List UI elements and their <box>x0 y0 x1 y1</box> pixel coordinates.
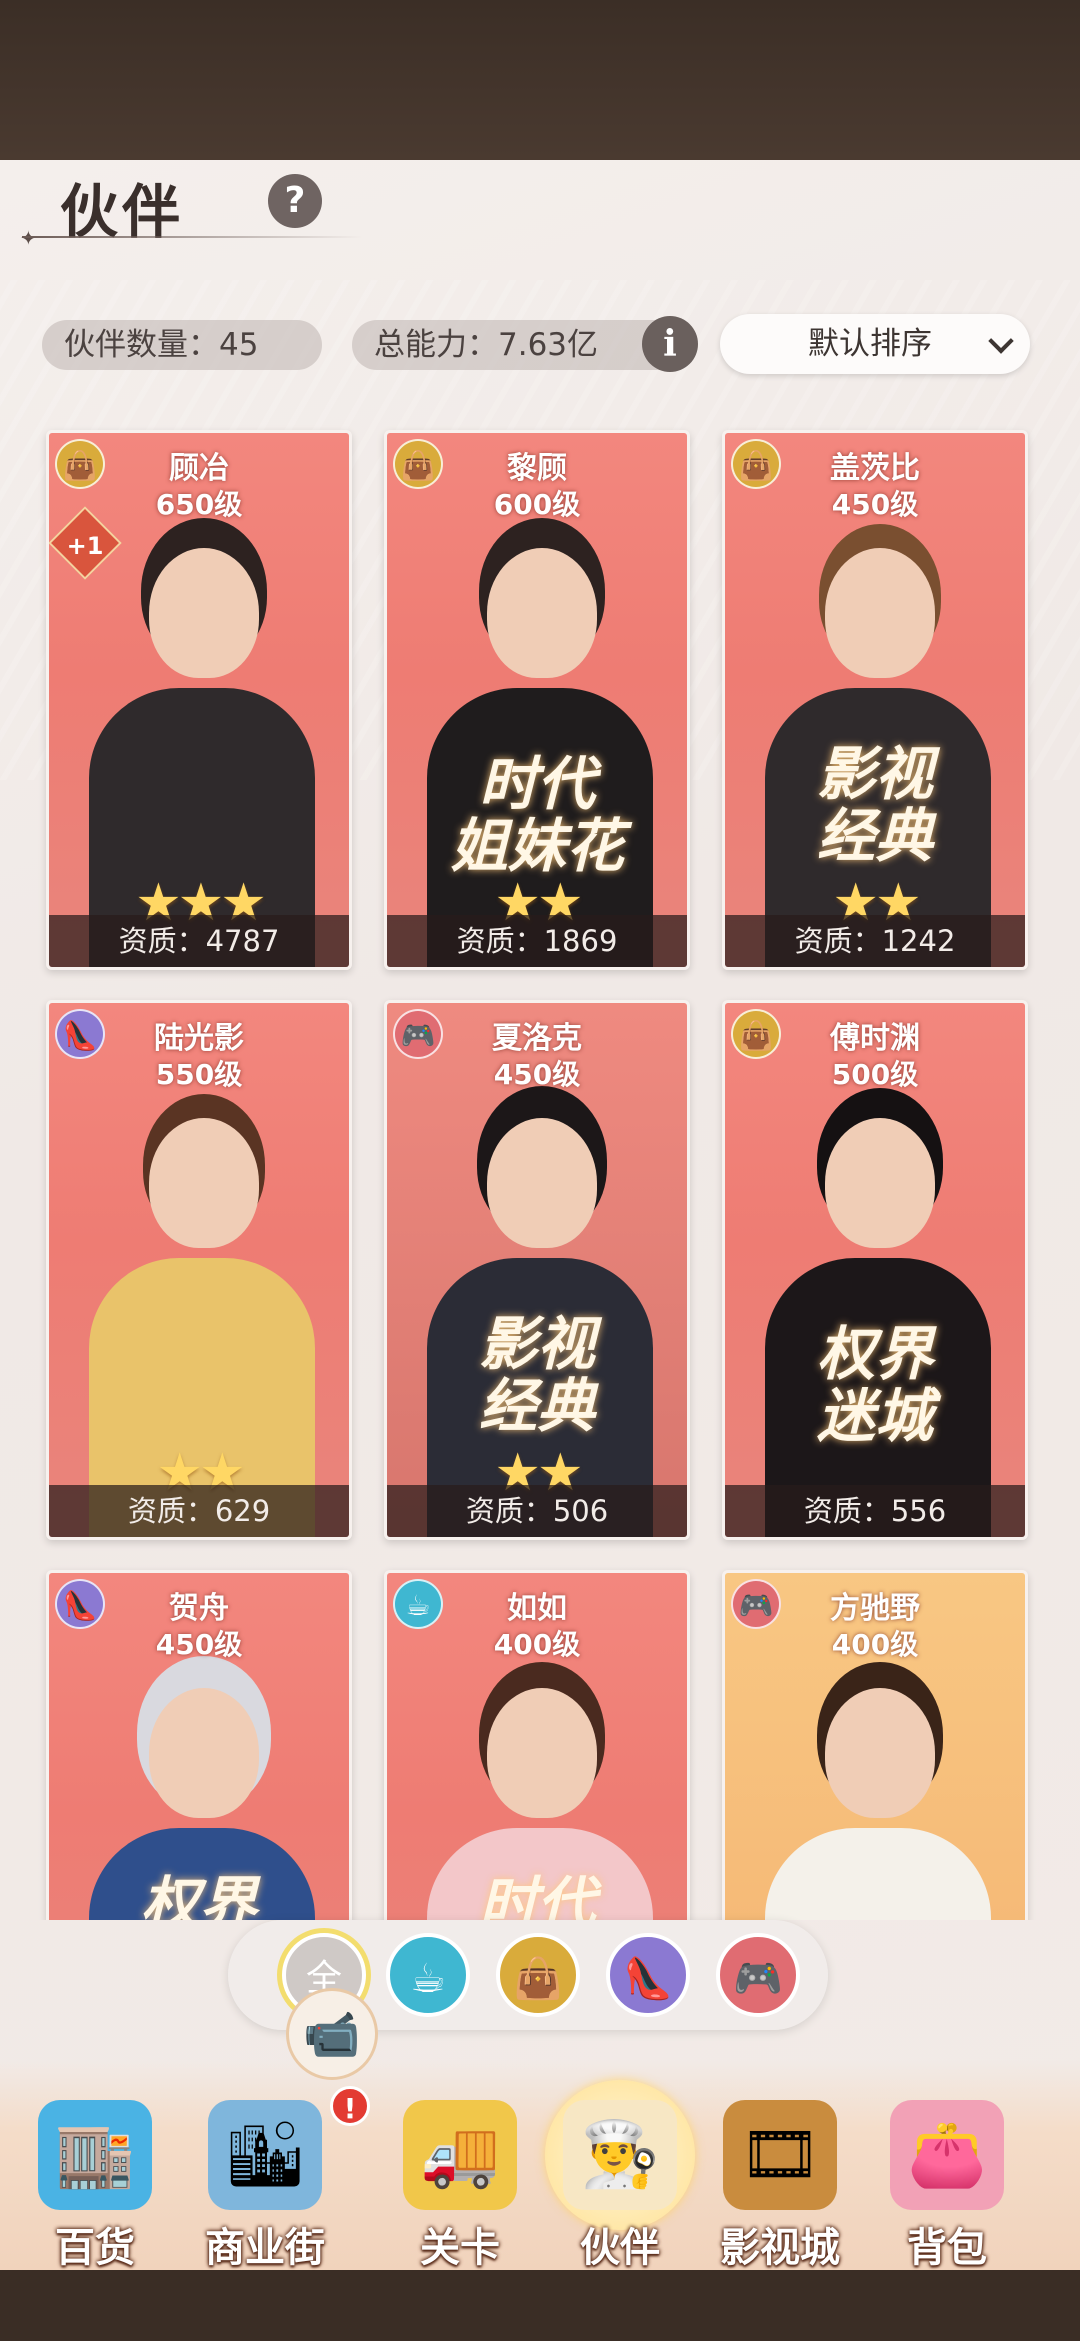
partner-quality: 资质：506 <box>387 1485 687 1537</box>
chevron-down-icon <box>988 328 1014 354</box>
game-bottom-frame <box>0 2270 1080 2341</box>
nav-label: 背包 <box>907 2225 987 2271</box>
partner-card-4[interactable]: 🎮 夏洛克 450级 影视 经典 ★★ 资质：506 <box>384 1000 690 1540</box>
series-logo: 权界 <box>140 1870 257 1920</box>
nav-label: 商业街 <box>205 2225 325 2271</box>
partner-level: 450级 <box>831 488 919 521</box>
title-underline <box>22 236 362 238</box>
filter-gamepad-icon[interactable]: 🎮 <box>716 1933 800 2017</box>
partner-name: 陆光影 <box>154 1021 244 1056</box>
partner-name: 贺舟 <box>169 1591 229 1626</box>
partner-name: 夏洛克 <box>492 1021 582 1056</box>
department-store-icon: 🏬 <box>38 2100 152 2210</box>
nav-label: 百货 <box>55 2225 135 2271</box>
partner-portrait <box>755 1098 1001 1537</box>
partner-portrait <box>755 1668 1001 1920</box>
partner-quality: 资质：1242 <box>725 915 1025 967</box>
partner-name: 顾冶 <box>169 451 229 486</box>
help-button[interactable]: ? <box>268 174 322 228</box>
filter-shopping-bag-icon[interactable]: 👜 <box>496 1933 580 2017</box>
partner-count-label: 伙伴数量：45 <box>42 320 322 370</box>
partner-card-1[interactable]: 👜 黎顾 600级 时代 姐妹花 ★★ 资质：1869 <box>384 430 690 970</box>
partner-card-8[interactable]: 🎮 方驰野 400级 <box>722 1570 1028 1920</box>
partner-quality: 资质：4787 <box>49 915 349 967</box>
nav-film-city[interactable]: 🎞 影视城 <box>705 2080 855 2271</box>
series-logo: 影视 经典 <box>816 740 933 870</box>
series-logo: 时代 <box>478 1870 595 1920</box>
bottom-navigation: 🏬 百货 🏙 商业街 🚚 关卡 👨‍🍳 伙伴 🎞 影视城 👛 背包 <box>0 2060 1080 2271</box>
partner-name: 黎顾 <box>507 451 567 486</box>
partner-level: 600级 <box>493 488 581 521</box>
partner-name: 方驰野 <box>830 1591 920 1626</box>
sort-dropdown-label: 默认排序 <box>808 326 932 362</box>
film-city-icon: 🎞 <box>723 2100 837 2210</box>
nav-department-store[interactable]: 🏬 百货 <box>20 2080 170 2271</box>
partner-level: 400级 <box>493 1628 581 1661</box>
partner-name: 傅时渊 <box>830 1021 920 1056</box>
filter-coffee-cup-icon[interactable]: ☕ <box>386 1933 470 2017</box>
partner-quality: 资质：556 <box>725 1485 1025 1537</box>
video-record-icon[interactable]: 📹 <box>286 1988 378 2080</box>
partner-card-0[interactable]: 👜 顾冶 650级 +1 ★★★ 资质：4787 <box>46 430 352 970</box>
partner-card-2[interactable]: 👜 盖茨比 450级 影视 经典 ★★ 资质：1242 <box>722 430 1028 970</box>
partner-level: 550级 <box>155 1058 243 1091</box>
partner-name: 如如 <box>507 1591 567 1626</box>
partner-card-5[interactable]: 👜 傅时渊 500级 权界 迷城 资质：556 <box>722 1000 1028 1540</box>
alert-badge: ! <box>330 2086 370 2126</box>
stage-truck-icon: 🚚 <box>403 2100 517 2210</box>
nav-business-street[interactable]: 🏙 商业街 <box>190 2080 340 2271</box>
series-logo: 影视 经典 <box>478 1310 595 1440</box>
partner-level: 450级 <box>155 1628 243 1661</box>
partner-level: 500级 <box>831 1058 919 1091</box>
sort-dropdown[interactable]: 默认排序 <box>720 314 1030 374</box>
nav-stage[interactable]: 🚚 关卡 <box>385 2080 535 2271</box>
nav-label: 关卡 <box>420 2225 500 2271</box>
partner-quality: 资质：629 <box>49 1485 349 1537</box>
partner-card-7[interactable]: ☕ 如如 400级 时代 <box>384 1570 690 1920</box>
title-decoration-icon: ✦ <box>20 226 37 250</box>
partner-card-3[interactable]: 👠 陆光影 550级 ★★ 资质：629 <box>46 1000 352 1540</box>
filter-high-heel-icon[interactable]: 👠 <box>606 1933 690 2017</box>
nav-label: 伙伴 <box>580 2225 660 2271</box>
partner-grid[interactable]: 👜 顾冶 650级 +1 ★★★ 资质：4787 👜 黎顾 600级 时代 姐妹… <box>0 420 1080 1920</box>
partner-quality: 资质：1869 <box>387 915 687 967</box>
series-logo: 时代 姐妹花 <box>449 750 624 880</box>
backpack-icon: 👛 <box>890 2100 1004 2210</box>
business-street-icon: 🏙 <box>208 2100 322 2210</box>
nav-label: 影视城 <box>720 2225 840 2271</box>
game-top-frame <box>0 0 1080 160</box>
nav-partner[interactable]: 👨‍🍳 伙伴 <box>545 2080 695 2271</box>
nav-backpack[interactable]: 👛 背包 <box>872 2080 1022 2271</box>
partner-level: 450级 <box>493 1058 581 1091</box>
info-icon[interactable]: i <box>642 316 698 372</box>
partner-card-6[interactable]: 👠 贺舟 450级 权界 <box>46 1570 352 1920</box>
partner-level: 400级 <box>831 1628 919 1661</box>
series-logo: 权界 迷城 <box>816 1320 933 1450</box>
partner-icon: 👨‍🍳 <box>563 2100 677 2210</box>
total-power-label: 总能力：7.63亿 <box>352 320 682 370</box>
partner-name: 盖茨比 <box>830 451 920 486</box>
